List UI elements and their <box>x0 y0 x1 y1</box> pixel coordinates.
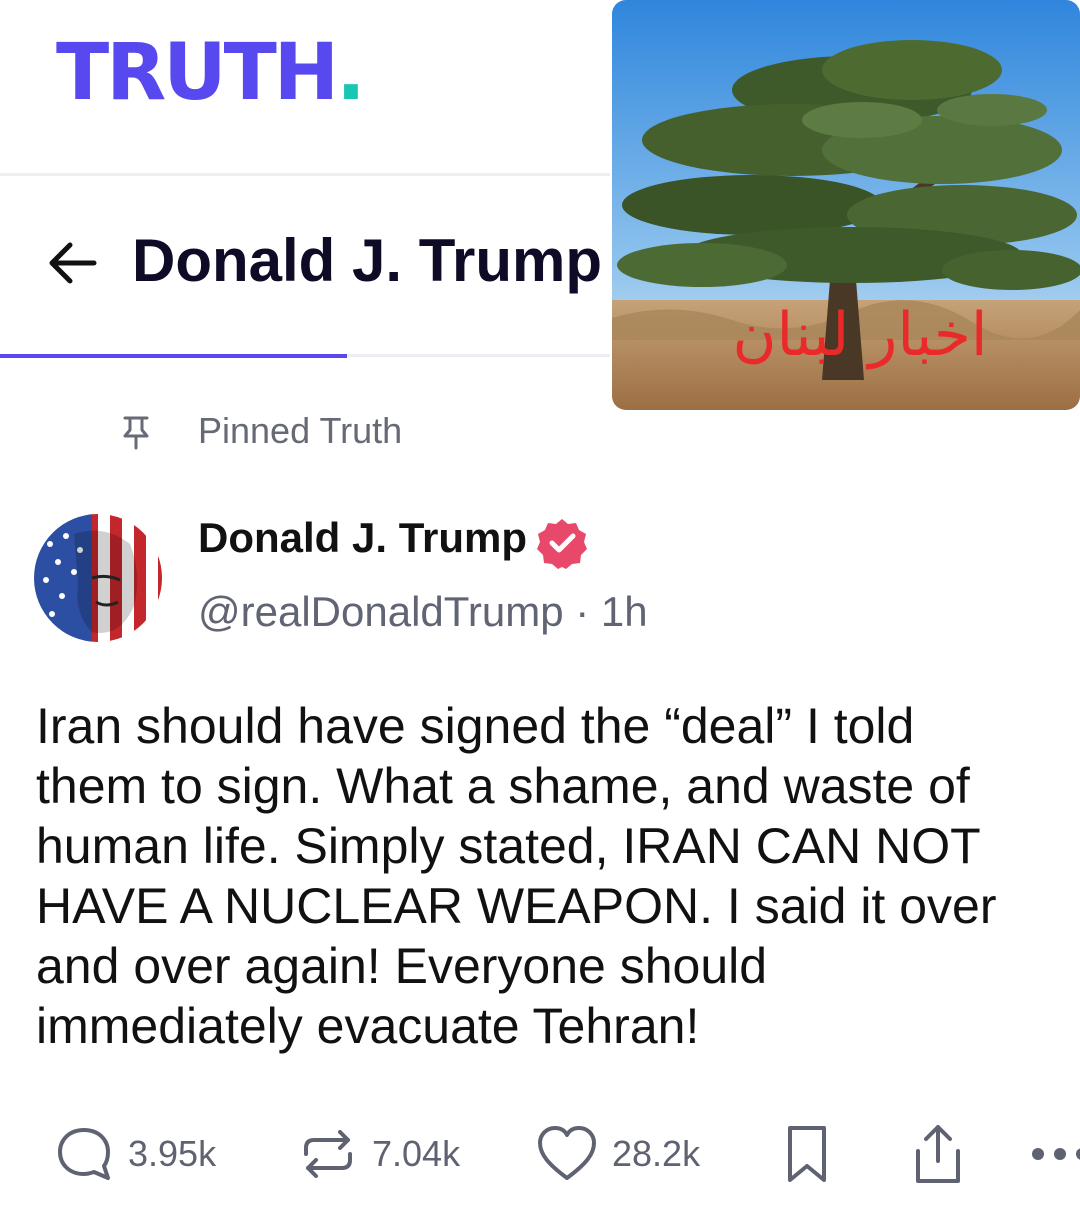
heart-icon <box>538 1126 596 1180</box>
share-button[interactable] <box>908 1114 968 1194</box>
post-actions-bar: 3.95k 7.04k 28.2k <box>0 1114 1080 1194</box>
verified-badge-icon <box>537 519 587 569</box>
author-name[interactable]: Donald J. Trump <box>198 514 527 562</box>
bookmark-button[interactable] <box>782 1114 832 1194</box>
more-dots-icon <box>1032 1148 1080 1160</box>
avatar[interactable] <box>34 514 162 642</box>
logo-dot: . <box>336 28 366 118</box>
header-divider <box>0 173 610 176</box>
profile-title: Donald J. Trump <box>132 227 603 294</box>
post-time[interactable]: 1h <box>601 588 648 635</box>
retruth-icon <box>304 1130 352 1178</box>
handle-and-time: @realDonaldTrump · 1h <box>198 588 648 636</box>
news-watermark-caption: اخبار لبنان <box>732 300 988 370</box>
back-arrow-icon[interactable] <box>44 238 100 288</box>
retruth-count: 7.04k <box>372 1133 461 1174</box>
more-options-button[interactable] <box>1030 1114 1080 1194</box>
reply-button[interactable]: 3.95k <box>54 1114 216 1194</box>
meta-separator: · <box>575 588 590 635</box>
retruth-button[interactable]: 7.04k <box>298 1114 460 1194</box>
bookmark-icon <box>788 1126 826 1182</box>
pin-icon <box>123 416 149 450</box>
reply-icon <box>58 1128 110 1180</box>
pinned-truth-label: Pinned Truth <box>198 410 403 451</box>
logo-text: TRUTH <box>56 28 339 118</box>
truth-social-logo[interactable]: TRUTH. <box>56 28 366 118</box>
like-count: 28.2k <box>612 1133 701 1174</box>
reply-count: 3.95k <box>128 1133 217 1174</box>
post-text: Iran should have signed the “deal” I tol… <box>36 698 997 1054</box>
like-button[interactable]: 28.2k <box>536 1114 700 1194</box>
author-handle[interactable]: @realDonaldTrump <box>198 588 564 635</box>
share-icon <box>916 1125 960 1183</box>
active-tab-indicator <box>0 354 347 358</box>
